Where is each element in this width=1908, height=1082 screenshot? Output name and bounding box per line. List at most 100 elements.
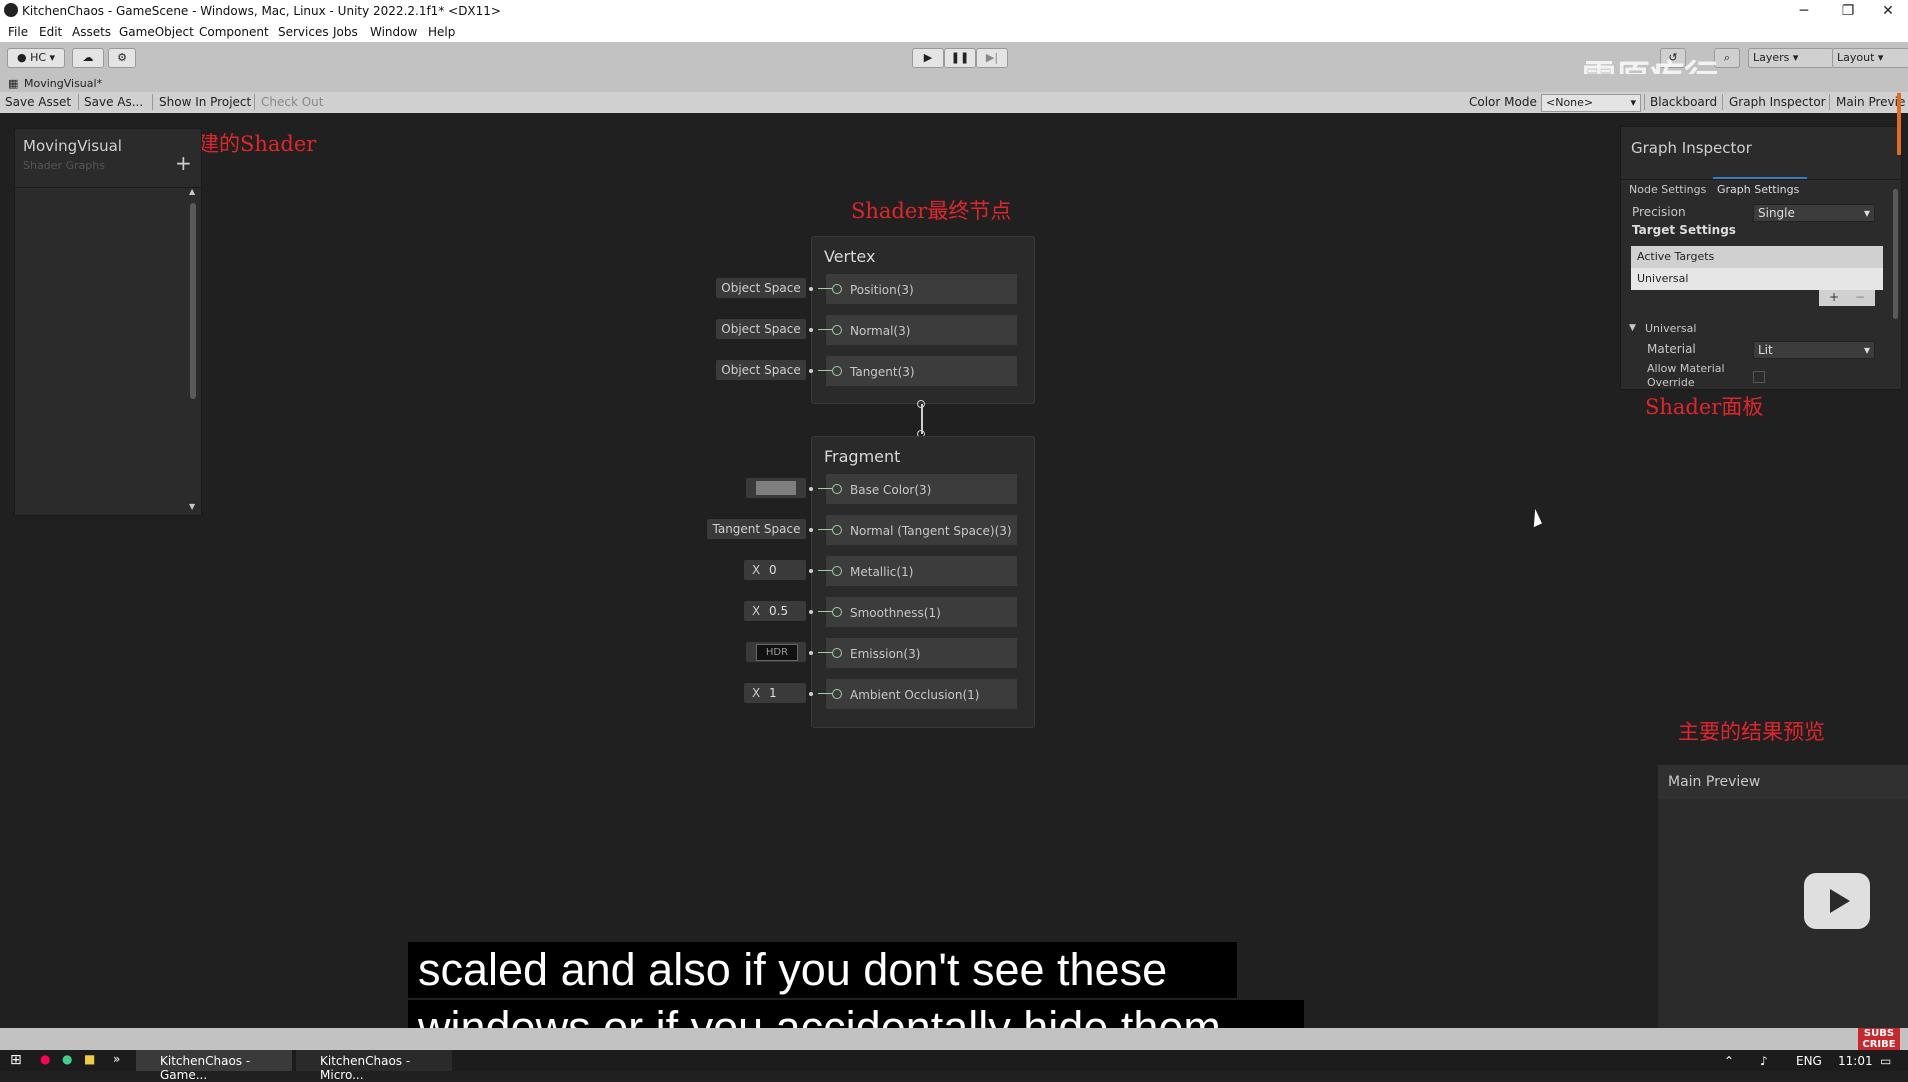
base-color-input[interactable] [746, 478, 806, 498]
metallic-input[interactable]: X 0 [744, 560, 806, 580]
tab-node-settings[interactable]: Node Settings [1629, 183, 1706, 196]
emission-input[interactable]: HDR [746, 642, 806, 662]
port-icon[interactable] [832, 689, 842, 699]
menu-assets[interactable]: Assets [72, 25, 111, 39]
inspector-scrollbar[interactable] [1893, 189, 1898, 319]
browser-icon[interactable]: ● [62, 1052, 72, 1066]
slot-label: Metallic(1) [850, 565, 914, 579]
volume-icon[interactable]: ♪ [1760, 1054, 1768, 1068]
app-icon[interactable]: ● [40, 1052, 50, 1066]
port-icon[interactable] [832, 607, 842, 617]
save-as-button[interactable]: Save As... [84, 95, 143, 109]
normal-space-input[interactable]: Object Space [716, 319, 806, 339]
fragment-slot-metallic[interactable]: Metallic(1) [818, 556, 1017, 586]
overflow-icon[interactable]: » [113, 1052, 120, 1066]
tab-moving-visual[interactable]: MovingVisual* [24, 77, 102, 90]
menu-edit[interactable]: Edit [39, 25, 62, 39]
target-list-item[interactable]: Universal [1631, 268, 1883, 290]
taskbar-item-unity[interactable]: KitchenChaos - Game... [136, 1050, 292, 1082]
menu-help[interactable]: Help [428, 25, 455, 39]
port-icon[interactable] [832, 284, 842, 294]
smoothness-input[interactable]: X 0.5 [744, 601, 806, 621]
main-preview-header: Main Preview [1658, 765, 1908, 799]
fragment-slot-emission[interactable]: Emission(3) [818, 638, 1017, 668]
scroll-up-icon[interactable]: ▲ [189, 187, 195, 196]
main-preview-panel[interactable]: Main Preview [1658, 765, 1908, 1028]
pause-button[interactable]: ❚❚ [944, 48, 976, 68]
tray-chevron-icon[interactable]: ⌃ [1724, 1054, 1734, 1068]
ambient-occlusion-input[interactable]: X 1 [744, 683, 806, 703]
color-swatch[interactable] [756, 481, 796, 495]
port-icon[interactable] [832, 566, 842, 576]
tab-graph-settings[interactable]: Graph Settings [1717, 183, 1799, 196]
close-button[interactable]: ✕ [1868, 0, 1908, 22]
fragment-slot-base-color[interactable]: Base Color(3) [818, 474, 1017, 504]
collapse-arrow-icon[interactable]: ▼ [1629, 323, 1636, 333]
subtitle-line-1: scaled and also if you don't see these [408, 942, 1237, 998]
fragment-slot-smoothness[interactable]: Smoothness(1) [818, 597, 1017, 627]
hdr-color-swatch[interactable]: HDR [756, 644, 798, 661]
fragment-slot-ambient-occlusion[interactable]: Ambient Occlusion(1) [818, 679, 1017, 709]
menu-window[interactable]: Window [370, 25, 417, 39]
check-out-button[interactable]: Check Out [261, 95, 323, 109]
vertex-slot-normal[interactable]: Normal(3) [818, 315, 1017, 345]
active-targets-label: Active Targets [1637, 250, 1715, 263]
port-icon[interactable] [832, 525, 842, 535]
normal-tangent-space-input[interactable]: Tangent Space [707, 519, 806, 539]
blackboard-scrollbar[interactable] [190, 203, 196, 399]
color-mode-dropdown[interactable]: <None> ▾ [1541, 94, 1641, 112]
vertex-slot-position[interactable]: Position(3) [818, 274, 1017, 304]
allow-override-checkbox[interactable] [1753, 371, 1765, 383]
folder-icon[interactable]: ■ [84, 1052, 95, 1066]
position-space-input[interactable]: Object Space [716, 278, 806, 298]
fragment-slot-normal[interactable]: Normal (Tangent Space)(3) [818, 515, 1017, 545]
menu-jobs[interactable]: Jobs [333, 25, 358, 39]
layout-dropdown[interactable]: Layout ▾ [1832, 48, 1908, 68]
menu-component[interactable]: Component [199, 25, 269, 39]
menu-gameobject[interactable]: GameObject [119, 25, 194, 39]
port-icon[interactable] [832, 325, 842, 335]
notifications-icon[interactable]: ▭ [1880, 1054, 1891, 1068]
account-dropdown[interactable]: ● HC ▾ [7, 48, 65, 68]
main-preview-title: Main Preview [1668, 774, 1761, 790]
port-icon[interactable] [832, 648, 842, 658]
remove-target-button[interactable]: − [1855, 290, 1865, 304]
add-property-button[interactable]: + [175, 151, 192, 175]
layers-dropdown[interactable]: Layers ▾ [1748, 48, 1834, 68]
ambient-occlusion-value[interactable]: 1 [769, 683, 777, 703]
save-asset-button[interactable]: Save Asset [5, 95, 71, 109]
graph-inspector-toggle[interactable]: Graph Inspector [1729, 95, 1826, 109]
material-dropdown[interactable]: Lit ▾ [1753, 341, 1875, 359]
blackboard-panel[interactable]: MovingVisual Shader Graphs + ▲ ▼ [14, 128, 202, 516]
annotation-main-preview: 主要的结果预览 [1678, 720, 1825, 744]
shader-graph-icon: ▦ [8, 77, 19, 90]
collab-icon[interactable]: ⚙ [108, 48, 136, 68]
metallic-value[interactable]: 0 [769, 560, 777, 580]
step-button[interactable]: ▶| [976, 48, 1008, 68]
graph-inspector-panel[interactable]: Graph Inspector Node Settings Graph Sett… [1620, 126, 1902, 390]
add-target-button[interactable]: + [1829, 290, 1839, 304]
port-icon[interactable] [832, 484, 842, 494]
language-indicator[interactable]: ENG [1796, 1054, 1822, 1068]
taskbar-item-visual-studio[interactable]: KitchenChaos - Micro... [296, 1050, 452, 1082]
main-preview-toggle[interactable]: Main Previe [1836, 95, 1905, 109]
cloud-icon[interactable]: ☁ [72, 48, 104, 68]
active-tab-indicator [1713, 177, 1807, 179]
maximize-button[interactable]: ❐ [1828, 0, 1868, 22]
smoothness-value[interactable]: 0.5 [769, 601, 788, 621]
scroll-down-icon[interactable]: ▼ [189, 502, 195, 511]
port-icon[interactable] [832, 366, 842, 376]
menu-file[interactable]: File [8, 25, 28, 39]
blackboard-toggle[interactable]: Blackboard [1650, 95, 1717, 109]
allow-override-label-line1: Allow Material [1647, 362, 1725, 375]
menu-services[interactable]: Services [278, 25, 329, 39]
show-in-project-button[interactable]: Show In Project [159, 95, 251, 109]
active-targets-header: Active Targets [1631, 246, 1883, 268]
windows-start-icon[interactable]: ⊞ [10, 1052, 22, 1068]
play-button[interactable]: ▶ [912, 48, 944, 68]
axis-label: X [752, 604, 761, 618]
tangent-space-input[interactable]: Object Space [716, 360, 806, 380]
precision-dropdown[interactable]: Single ▾ [1753, 204, 1875, 222]
minimize-button[interactable]: ─ [1784, 0, 1824, 22]
vertex-slot-tangent[interactable]: Tangent(3) [818, 356, 1017, 386]
